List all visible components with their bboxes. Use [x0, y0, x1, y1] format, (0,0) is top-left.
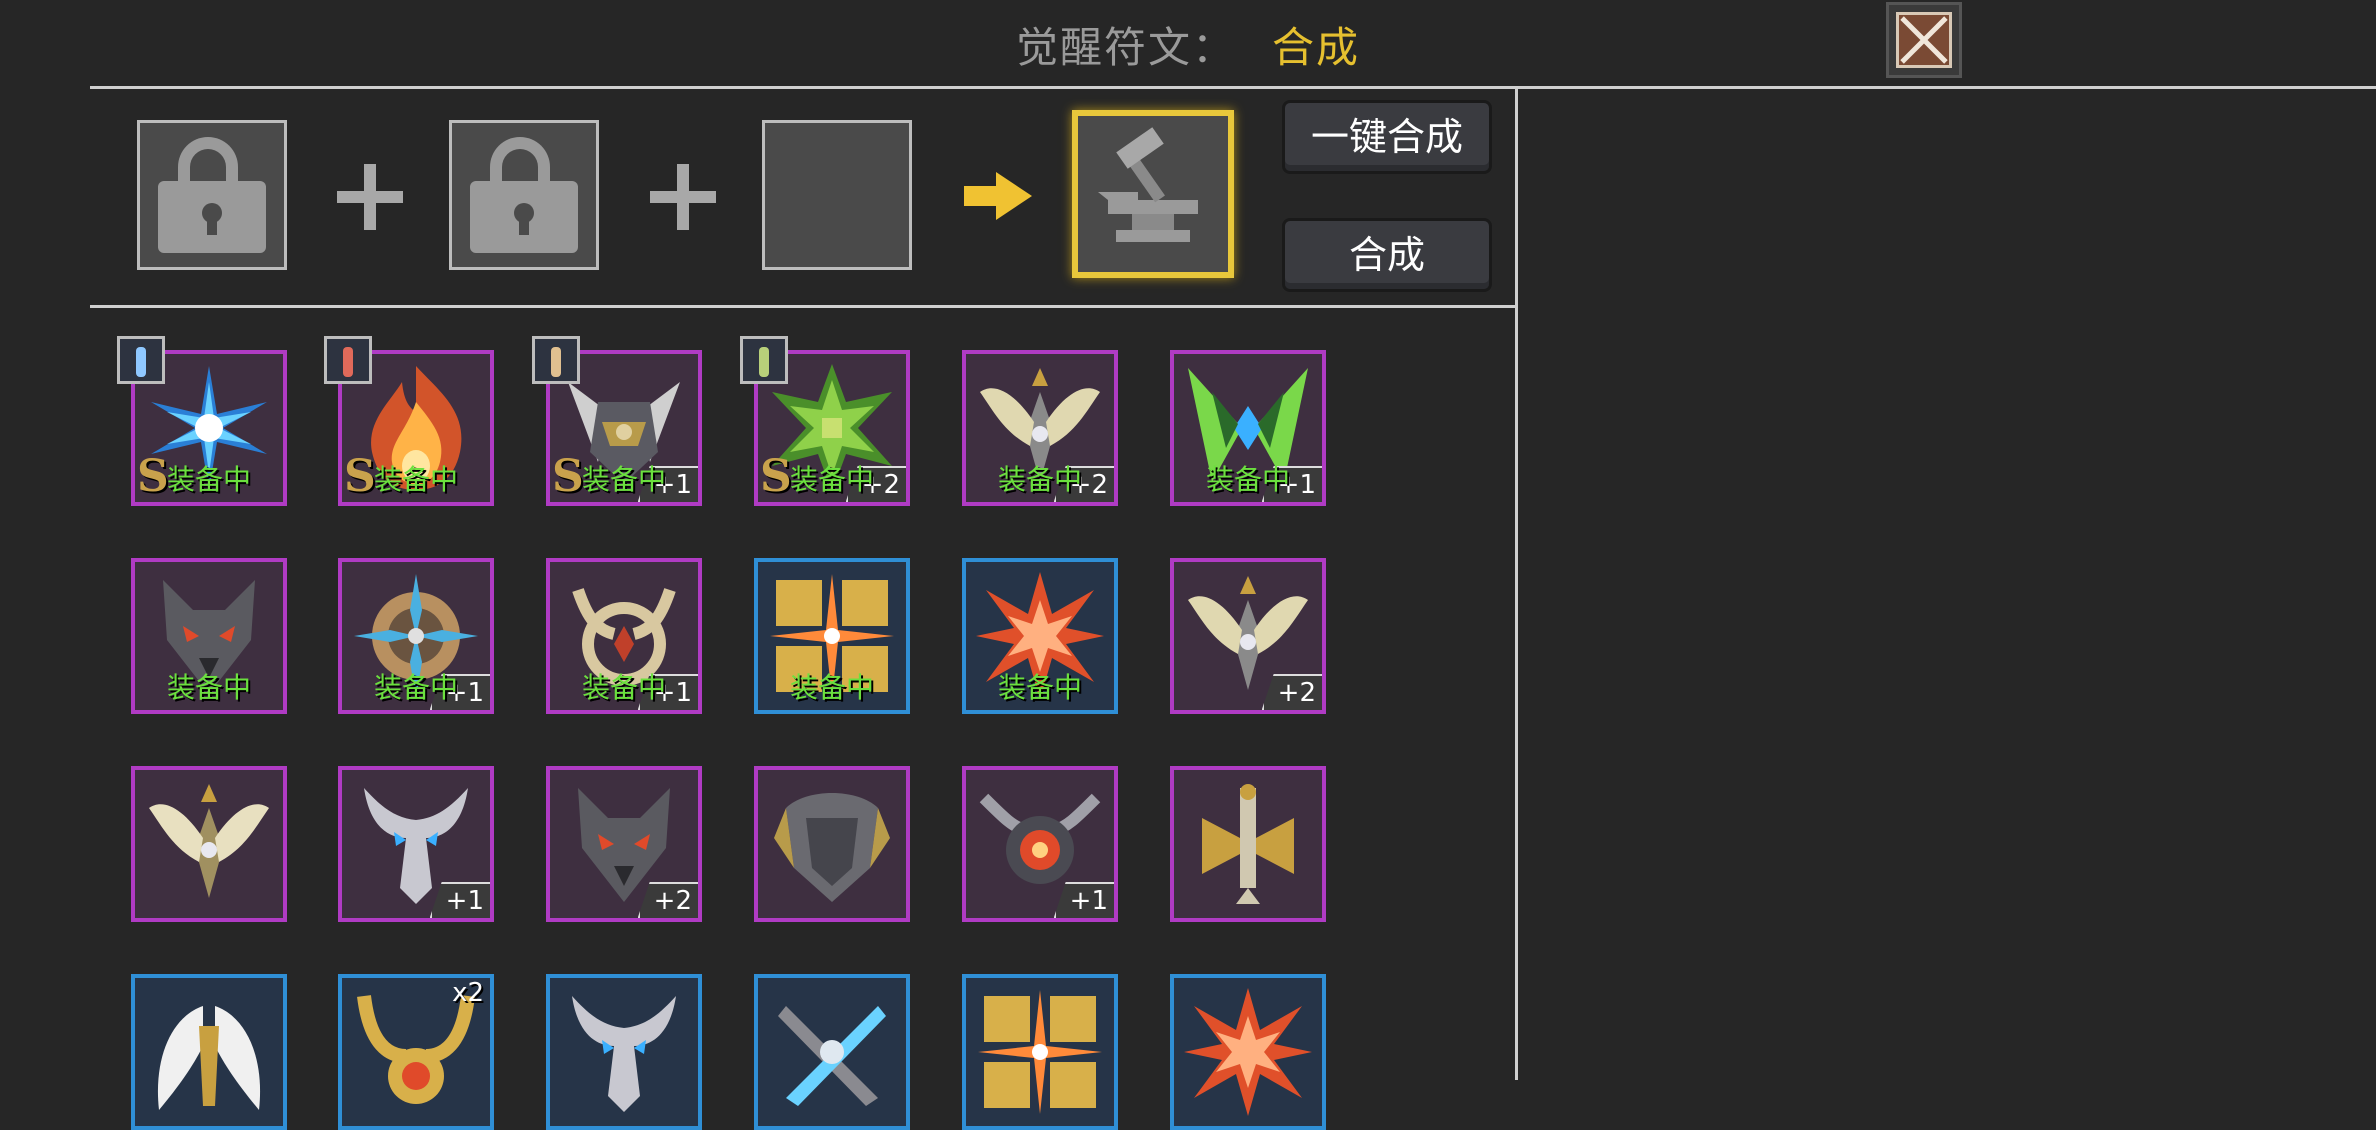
equipped-label: 装备中: [373, 463, 458, 496]
rune-card[interactable]: [546, 974, 702, 1130]
hero-portrait-icon: [324, 336, 372, 384]
sword-emblem-icon: [1202, 784, 1294, 904]
stack-count: x2: [452, 978, 484, 1008]
rune-card[interactable]: [754, 974, 910, 1130]
one-click-synthesize-button[interactable]: 一键合成: [1282, 100, 1492, 174]
material-slot-empty[interactable]: [762, 120, 912, 270]
page-title: 觉醒符文： 合成: [0, 14, 2376, 75]
blade-cross-icon: [778, 1006, 886, 1106]
equipped-label: 装备中: [581, 463, 666, 496]
equipped-label: 装备中: [166, 463, 251, 496]
rune-card[interactable]: +2: [1170, 558, 1326, 714]
red-burst-icon: [1184, 988, 1312, 1116]
close-icon: [1896, 12, 1952, 68]
rune-card[interactable]: [131, 974, 287, 1130]
white-wings-icon: [157, 1006, 261, 1110]
result-slot[interactable]: [1072, 110, 1234, 278]
equipped-label: 装备中: [789, 463, 874, 496]
equipped-label: 装备中: [997, 463, 1082, 496]
rune-card[interactable]: x2: [338, 974, 494, 1130]
plus-icon: [650, 164, 716, 230]
arrow-right-icon: [964, 172, 1032, 220]
rune-card[interactable]: 装备中: [962, 558, 1118, 714]
rune-card[interactable]: 装备中: [754, 558, 910, 714]
rune-card[interactable]: +1 装备中: [338, 558, 494, 714]
material-slot-locked[interactable]: [137, 120, 287, 270]
rune-card[interactable]: +2: [546, 766, 702, 922]
dark-shield-icon: [774, 793, 890, 902]
divider: [90, 305, 1518, 308]
rune-card[interactable]: [131, 766, 287, 922]
gold-cross-icon: [978, 990, 1102, 1114]
synthesize-button[interactable]: 合成: [1282, 218, 1492, 292]
hero-portrait-icon: [740, 336, 788, 384]
rune-card[interactable]: +1 装备中: [546, 558, 702, 714]
close-button[interactable]: [1886, 2, 1962, 78]
rune-card[interactable]: [1170, 766, 1326, 922]
rune-card[interactable]: 装备中: [131, 558, 287, 714]
silver-horns-icon: [572, 996, 676, 1112]
rune-card[interactable]: +1: [962, 766, 1118, 922]
equipped-label: 装备中: [581, 671, 666, 704]
anvil-hammer-icon: [1098, 127, 1198, 242]
rune-card[interactable]: +2 装备中: [962, 350, 1118, 506]
equipped-label: 装备中: [166, 671, 251, 704]
rune-card[interactable]: [962, 974, 1118, 1130]
plus-icon: [337, 164, 403, 230]
title-label: 觉醒符文：: [1015, 23, 1236, 72]
equipped-label: 装备中: [789, 671, 874, 704]
gold-wings-icon: [149, 784, 269, 898]
rune-card[interactable]: +1 装备中: [1170, 350, 1326, 506]
equipped-label: 装备中: [997, 671, 1082, 704]
rune-card[interactable]: [754, 766, 910, 922]
material-slot-locked[interactable]: [449, 120, 599, 270]
rune-card[interactable]: +1: [338, 766, 494, 922]
hero-portrait-icon: [117, 336, 165, 384]
divider: [1515, 86, 1518, 1080]
equipped-label: 装备中: [1205, 463, 1290, 496]
equipped-label: 装备中: [373, 671, 458, 704]
rune-card[interactable]: [1170, 974, 1326, 1130]
hero-portrait-icon: [532, 336, 580, 384]
divider: [90, 86, 2376, 89]
title-mode: 合成: [1272, 23, 1361, 72]
